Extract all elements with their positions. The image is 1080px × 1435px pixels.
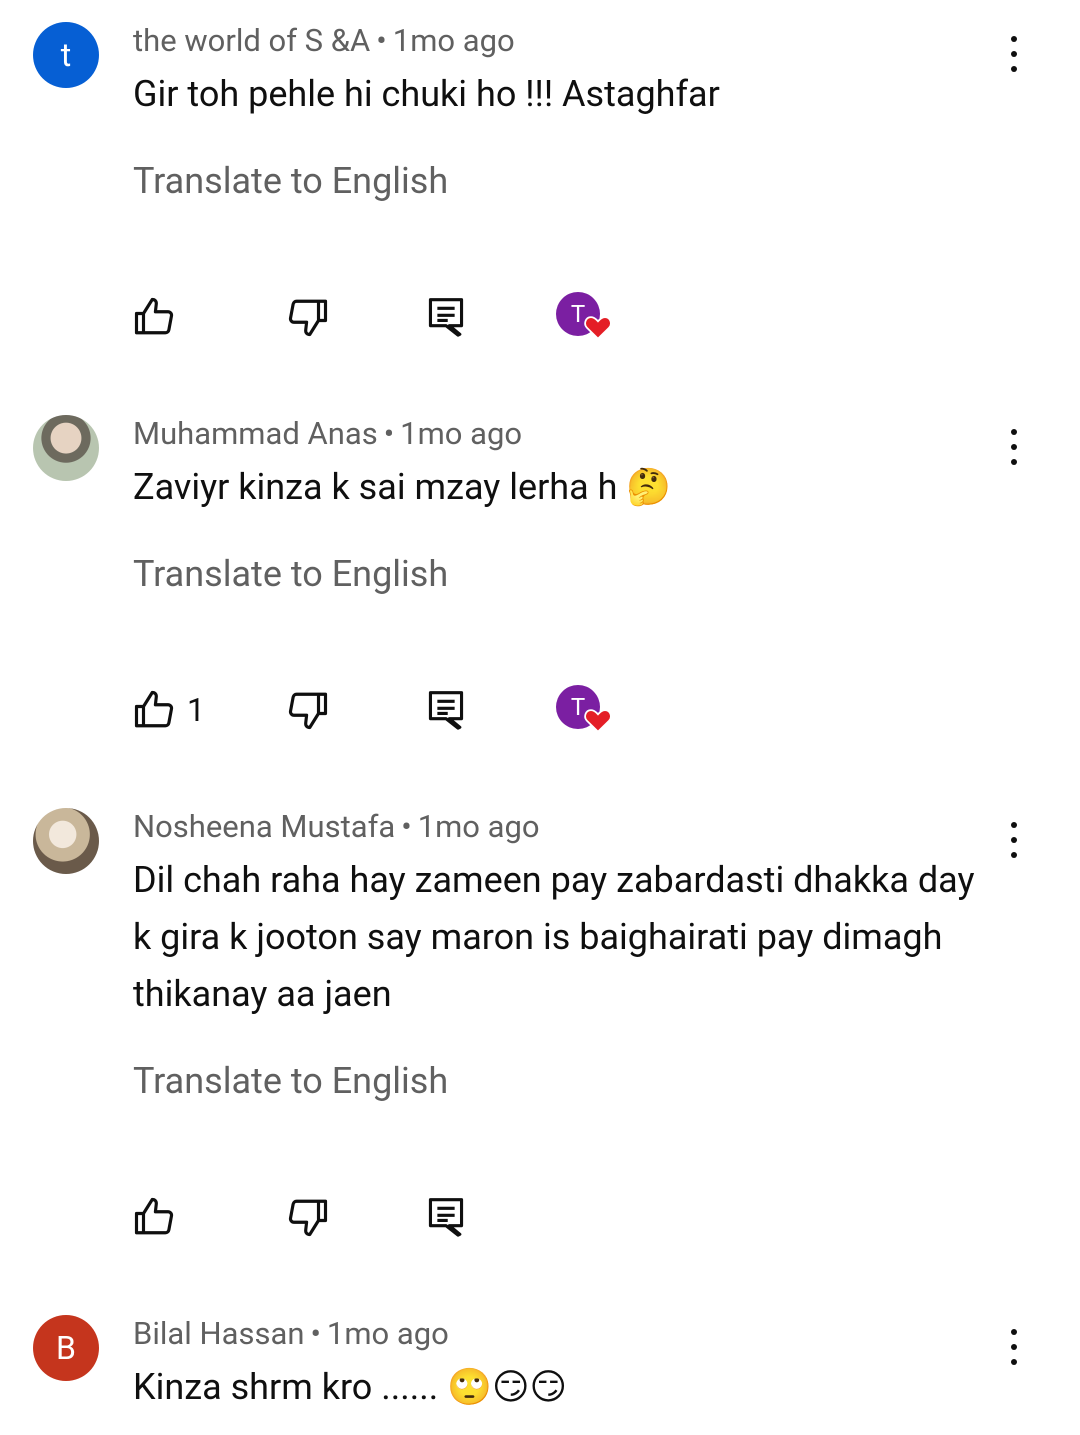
- more-vert-icon-dot: [1011, 444, 1017, 450]
- dislike-button[interactable]: [287, 685, 329, 735]
- creator-heart: T: [556, 292, 616, 342]
- more-vert-icon: [1011, 1329, 1017, 1335]
- comment-time[interactable]: 1mo ago: [393, 22, 515, 59]
- more-vert-icon: [1011, 429, 1017, 435]
- comment-actions: 1 T: [0, 685, 1080, 735]
- comment-text: Gir toh pehle hi chuki ho !!! Astaghfar: [133, 73, 720, 115]
- more-options-button[interactable]: [998, 1323, 1030, 1371]
- author-name[interactable]: Nosheena Mustafa: [133, 808, 395, 845]
- more-options-button[interactable]: [998, 30, 1030, 78]
- reply-button[interactable]: [427, 292, 465, 342]
- comment-reply-icon: [428, 1198, 464, 1237]
- author-name[interactable]: Bilal Hassan: [133, 1315, 304, 1352]
- like-count: 1: [187, 691, 205, 729]
- avatar[interactable]: t: [33, 22, 99, 88]
- translate-link[interactable]: Translate to English: [133, 553, 448, 595]
- comment-meta: Nosheena Mustafa • 1mo ago: [133, 808, 540, 845]
- thumb-down-outline-icon: [288, 692, 328, 730]
- more-vert-icon-dot: [1011, 837, 1017, 843]
- thumb-up-outline-icon: [134, 1197, 174, 1235]
- comment-reply-icon: [428, 691, 464, 730]
- more-vert-icon-dot: [1011, 1344, 1017, 1350]
- more-options-button[interactable]: [998, 816, 1030, 864]
- dislike-button[interactable]: [287, 292, 329, 342]
- creator-heart: T: [556, 685, 616, 735]
- comment-actions: T: [0, 292, 1080, 342]
- comment-meta: the world of S &A • 1mo ago: [133, 22, 515, 59]
- more-vert-icon: [1011, 822, 1017, 828]
- meta-separator: •: [376, 22, 387, 59]
- avatar[interactable]: [33, 415, 99, 481]
- comment-text: Dil chah raha hay zameen pay zabardasti …: [133, 859, 975, 1015]
- thumb-up-outline-icon: [134, 297, 174, 335]
- translate-link[interactable]: Translate to English: [133, 1060, 448, 1102]
- more-vert-icon-dot: [1011, 66, 1017, 72]
- comment-text: Zaviyr kinza k sai mzay lerha h 🤔: [133, 466, 672, 508]
- comment-text: Kinza shrm kro ...... 🙄😏😏: [133, 1366, 568, 1408]
- more-vert-icon: [1011, 36, 1017, 42]
- comment-time[interactable]: 1mo ago: [418, 808, 540, 845]
- reply-button[interactable]: [427, 685, 465, 735]
- translate-link[interactable]: Translate to English: [133, 160, 448, 202]
- avatar-letter: t: [60, 36, 72, 74]
- reply-button[interactable]: [427, 1192, 465, 1242]
- author-name[interactable]: the world of S &A: [133, 22, 370, 59]
- comment-meta: Bilal Hassan • 1mo ago: [133, 1315, 449, 1352]
- author-name[interactable]: Muhammad Anas: [133, 415, 378, 452]
- more-options-button[interactable]: [998, 423, 1030, 471]
- meta-separator: •: [310, 1315, 321, 1352]
- thumb-down-outline-icon: [288, 1199, 328, 1237]
- more-vert-icon-dot: [1011, 51, 1017, 57]
- dislike-button[interactable]: [287, 1192, 329, 1242]
- more-vert-icon-dot: [1011, 459, 1017, 465]
- more-vert-icon-dot: [1011, 852, 1017, 858]
- heart-icon: [584, 316, 612, 340]
- like-button[interactable]: [133, 1192, 187, 1242]
- heart-icon: [584, 709, 612, 733]
- comment-meta: Muhammad Anas • 1mo ago: [133, 415, 522, 452]
- comment-actions: [0, 1192, 1080, 1242]
- comment-time[interactable]: 1mo ago: [327, 1315, 449, 1352]
- comment-reply-icon: [428, 298, 464, 337]
- meta-separator: •: [401, 808, 412, 845]
- thumb-up-outline-icon: [134, 690, 174, 728]
- like-button[interactable]: [133, 292, 187, 342]
- avatar[interactable]: B: [33, 1315, 99, 1381]
- comment-time[interactable]: 1mo ago: [400, 415, 522, 452]
- avatar-letter: B: [56, 1329, 76, 1367]
- more-vert-icon-dot: [1011, 1359, 1017, 1365]
- like-button[interactable]: 1: [133, 685, 205, 735]
- avatar[interactable]: [33, 808, 99, 874]
- thumb-down-outline-icon: [288, 299, 328, 337]
- meta-separator: •: [383, 415, 395, 452]
